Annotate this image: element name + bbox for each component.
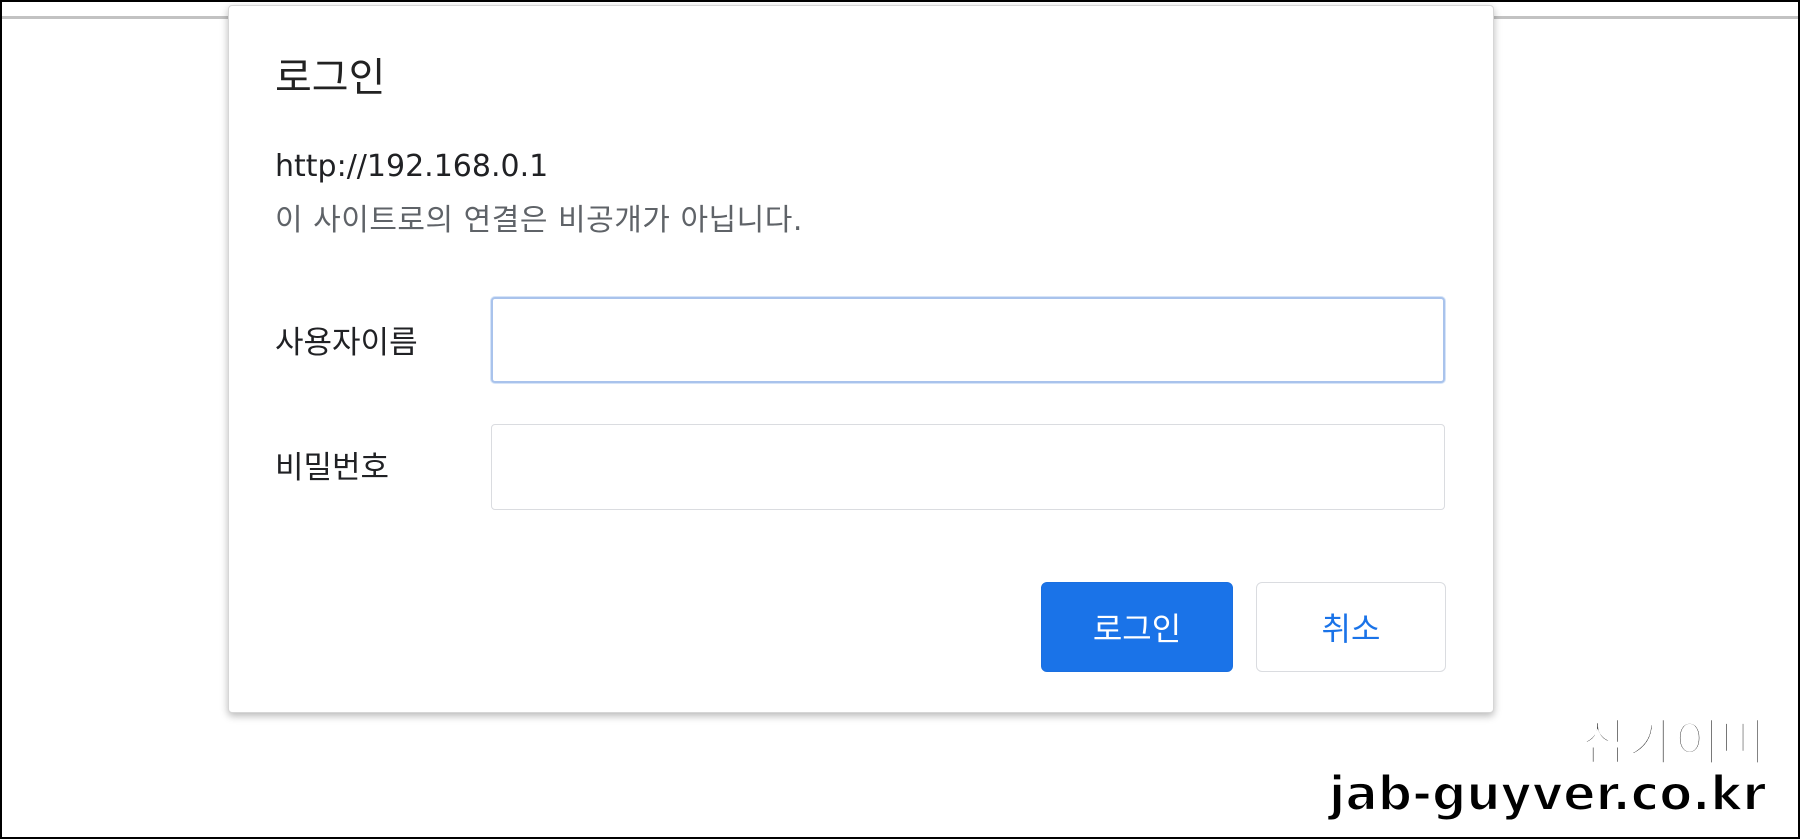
watermark-site: jab-guyver.co.kr bbox=[1328, 766, 1767, 822]
cancel-button[interactable]: 취소 bbox=[1256, 582, 1446, 672]
dialog-title: 로그인 bbox=[275, 55, 386, 101]
username-label: 사용자이름 bbox=[275, 325, 418, 361]
connection-warning: 이 사이트로의 연결은 비공개가 아닙니다. bbox=[275, 203, 803, 238]
watermark-name: 잡가이버 bbox=[1581, 714, 1767, 772]
password-label: 비밀번호 bbox=[275, 450, 390, 486]
login-button[interactable]: 로그인 bbox=[1041, 582, 1233, 672]
password-input[interactable] bbox=[491, 424, 1445, 510]
username-input[interactable] bbox=[491, 297, 1445, 383]
site-url: http://192.168.0.1 bbox=[275, 149, 549, 184]
login-dialog: 로그인 http://192.168.0.1 이 사이트로의 연결은 비공개가 … bbox=[228, 5, 1494, 713]
